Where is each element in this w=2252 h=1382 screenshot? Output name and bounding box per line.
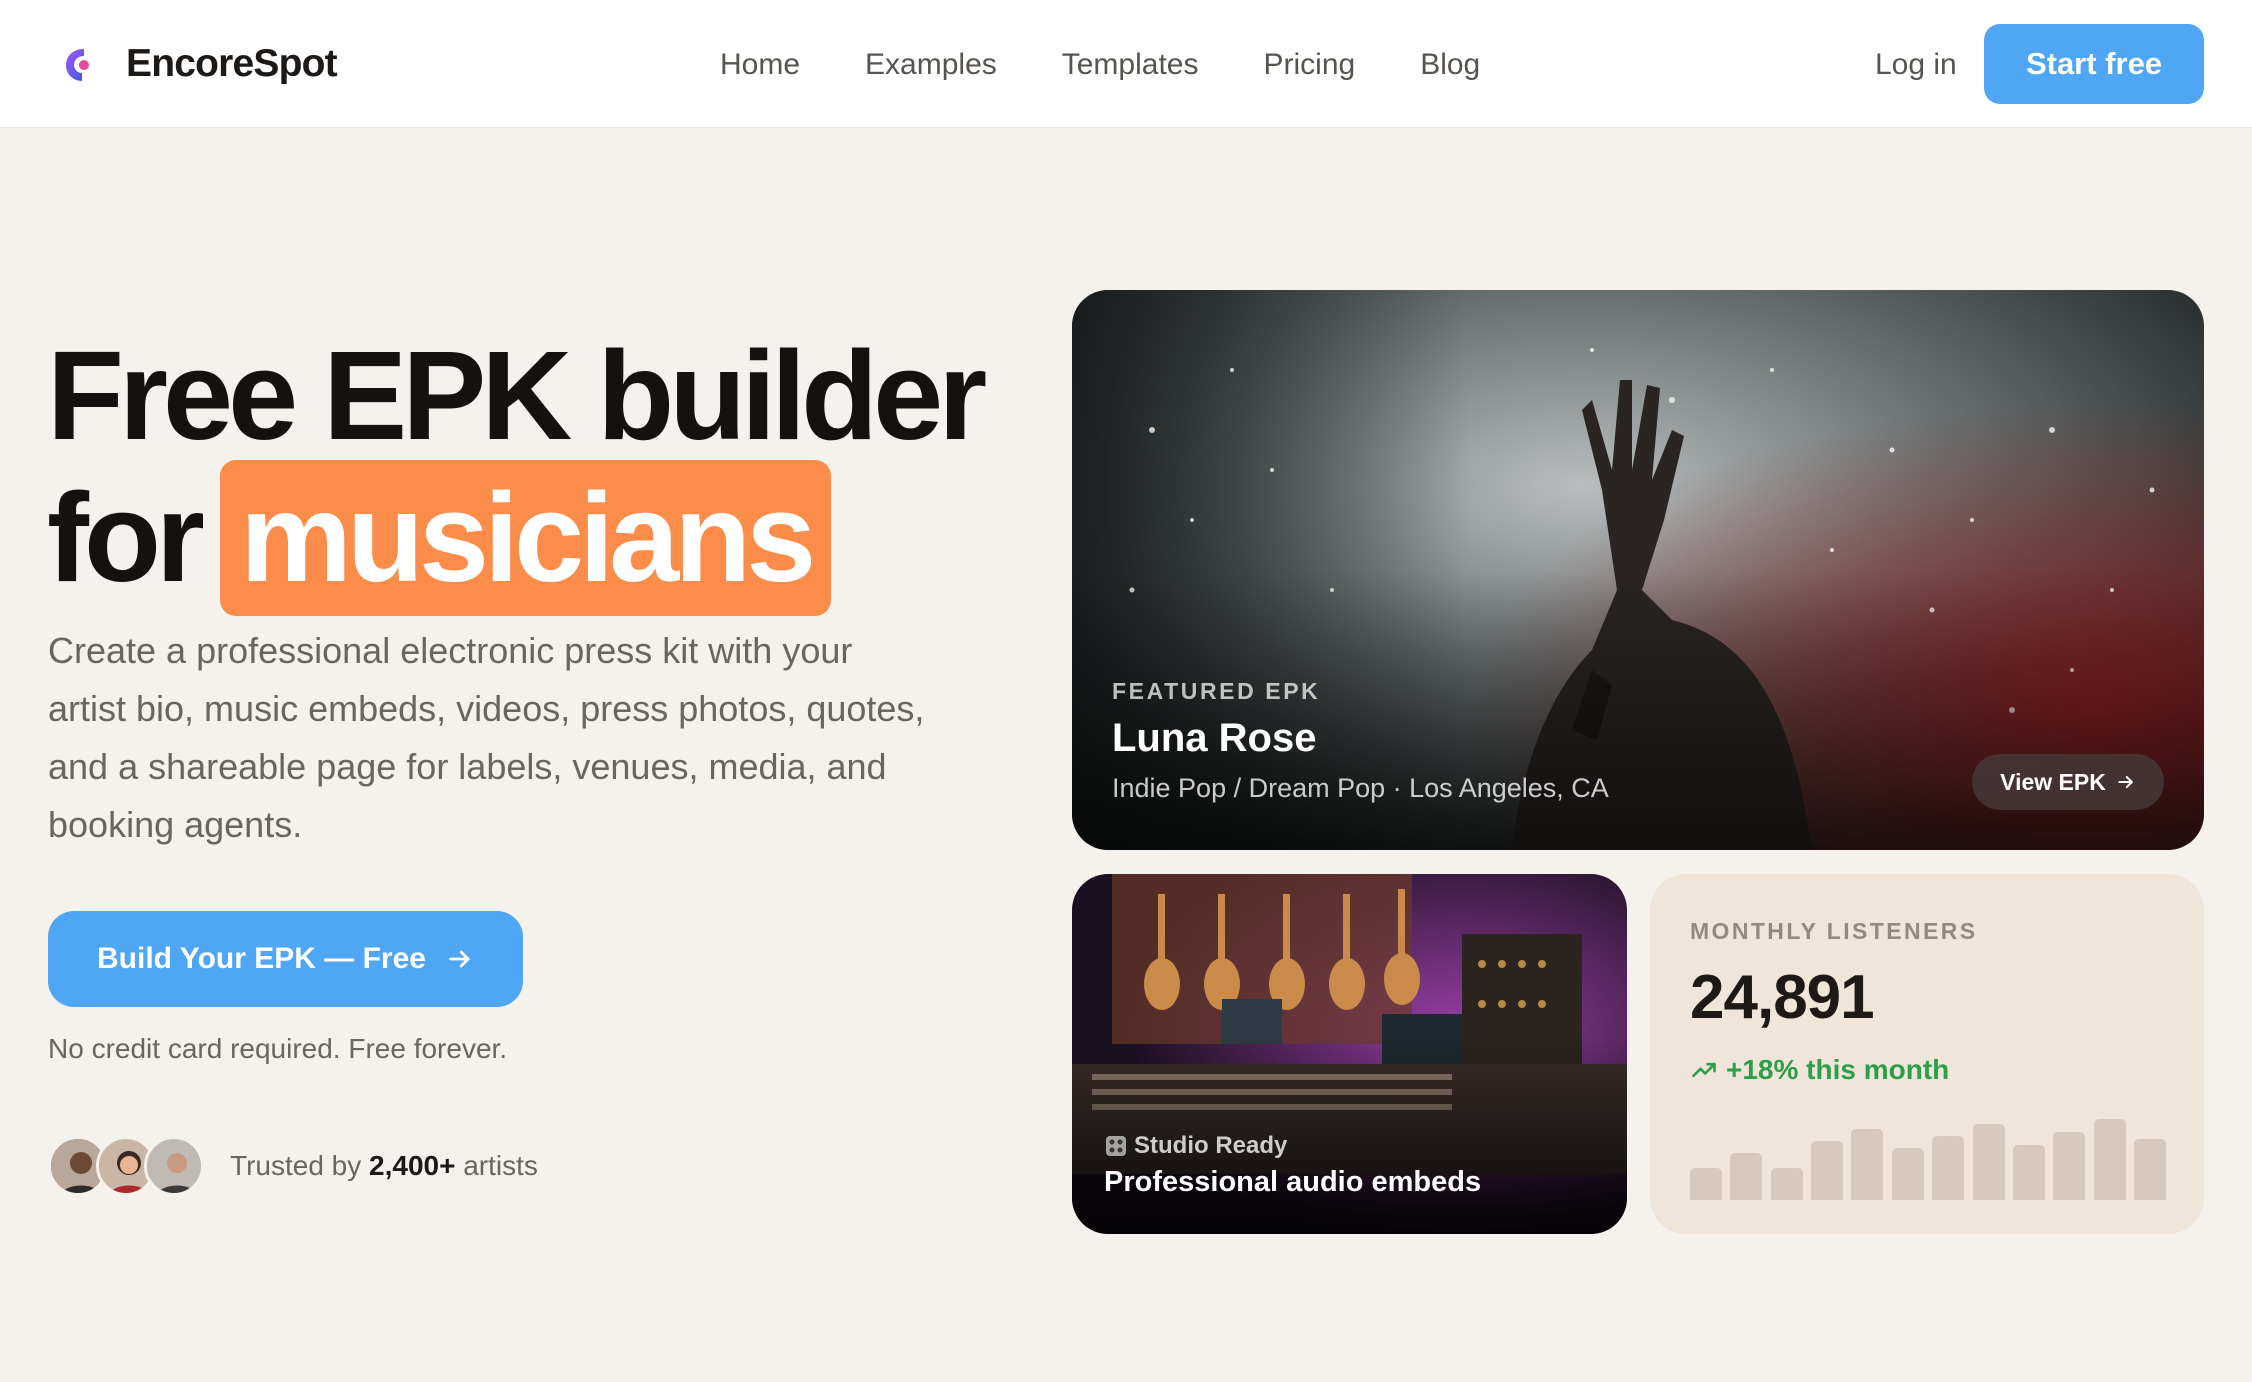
listeners-bar: [2093, 1119, 2126, 1200]
listeners-bar: [1730, 1153, 1763, 1200]
listeners-growth-text: +18% this month: [1726, 1054, 1950, 1085]
studio-title: Professional audio embeds: [1104, 1166, 1482, 1198]
listeners-bar-chart: [1690, 1114, 2166, 1200]
listeners-bar: [1690, 1168, 1722, 1200]
studio-label: Studio Ready: [1104, 1132, 1287, 1160]
listeners-bar: [1770, 1168, 1803, 1200]
featured-epk-card[interactable]: FEATURED EPK Luna Rose Indie Pop / Dream…: [1072, 290, 2204, 850]
trust-prefix: Trusted by: [230, 1150, 362, 1181]
login-link[interactable]: Log in: [1875, 46, 1957, 84]
nav-home[interactable]: Home: [720, 46, 800, 84]
artist-avatars: [48, 1136, 204, 1196]
hero-headline: Free EPK builder for musicians: [47, 325, 987, 616]
listeners-growth: +18% this month: [1690, 1054, 1949, 1086]
listeners-bar: [1932, 1136, 1965, 1200]
headline-highlight: musicians: [219, 460, 832, 616]
listeners-bar: [1851, 1129, 1884, 1200]
listeners-bar: [2134, 1139, 2166, 1200]
trust-count: 2,400+: [369, 1150, 456, 1181]
nav-blog[interactable]: Blog: [1420, 46, 1480, 84]
nav-examples[interactable]: Examples: [865, 46, 997, 84]
top-navbar: EncoreSpot Home Examples Templates Prici…: [0, 0, 2252, 128]
build-epk-label: Build Your EPK — Free: [97, 942, 426, 975]
trending-up-icon: [1692, 1062, 1716, 1078]
monthly-listeners-card: MONTHLY LISTENERS 24,891 +18% this month: [1650, 874, 2204, 1234]
headline-for: for: [47, 467, 205, 608]
view-epk-label: View EPK: [2000, 768, 2106, 795]
listeners-bar: [2053, 1132, 2086, 1200]
studio-card[interactable]: Studio Ready Professional audio embeds: [1072, 874, 1627, 1234]
listeners-bar: [1891, 1148, 1924, 1200]
trust-text: Trusted by 2,400+ artists: [230, 1150, 538, 1182]
build-epk-button[interactable]: Build Your EPK — Free: [48, 911, 523, 1007]
main-nav: Home Examples Templates Pricing Blog: [720, 46, 1545, 84]
artist-genre-location: Indie Pop / Dream Pop · Los Angeles, CA: [1112, 773, 1609, 803]
mixer-icon: [1106, 1136, 1126, 1156]
listeners-value: 24,891: [1690, 963, 1875, 1032]
brand-name: EncoreSpot: [126, 42, 338, 85]
studio-label-text: Studio Ready: [1134, 1132, 1288, 1159]
nav-templates[interactable]: Templates: [1062, 46, 1199, 84]
view-epk-button[interactable]: View EPK: [1972, 754, 2164, 810]
listeners-bar: [1811, 1141, 1844, 1200]
no-credit-card-note: No credit card required. Free forever.: [48, 1033, 508, 1064]
avatar: [144, 1136, 204, 1196]
listeners-label: MONTHLY LISTENERS: [1690, 918, 1978, 944]
arrow-right-icon: [449, 950, 470, 968]
encorespot-logo-icon: [66, 49, 89, 81]
headline-line-1: Free EPK builder: [47, 325, 987, 466]
brand[interactable]: EncoreSpot: [62, 41, 338, 87]
nav-pricing[interactable]: Pricing: [1263, 46, 1355, 84]
listeners-bar: [1972, 1124, 2005, 1200]
arrow-right-icon: [2118, 776, 2133, 788]
listeners-bar: [2012, 1145, 2045, 1200]
start-free-button[interactable]: Start free: [1984, 24, 2204, 104]
featured-eyebrow: FEATURED EPK: [1112, 678, 1321, 704]
hero-subtitle: Create a professional electronic press k…: [48, 630, 925, 845]
artist-name: Luna Rose: [1112, 716, 1317, 760]
trust-suffix: artists: [463, 1150, 538, 1181]
trust-row: Trusted by 2,400+ artists: [48, 1136, 538, 1196]
